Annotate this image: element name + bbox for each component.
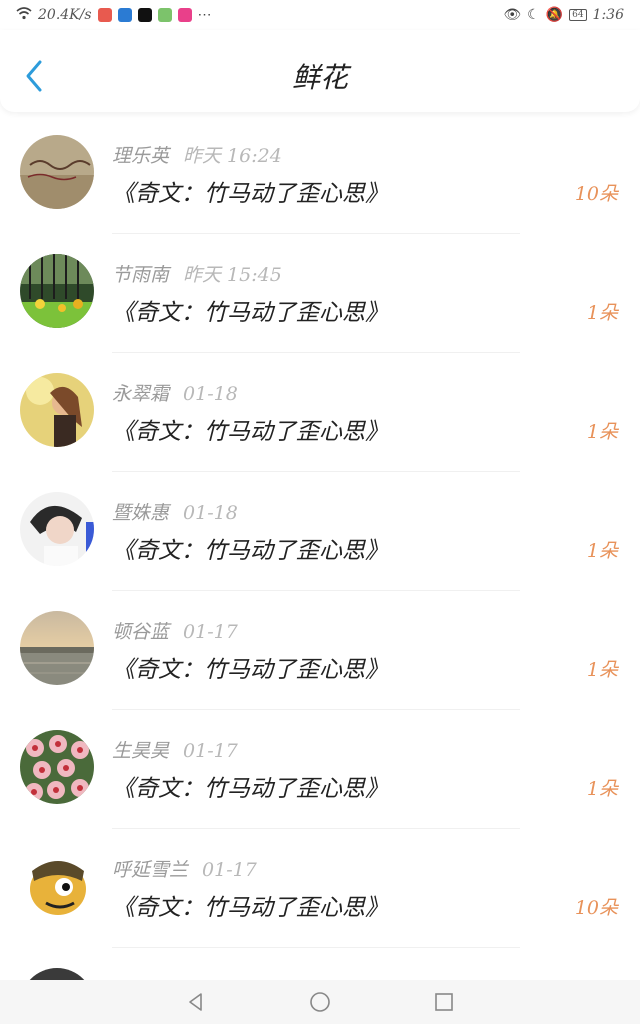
sender-name: 生昊昊 01-17 (112, 736, 238, 763)
avatar (20, 968, 94, 980)
list-item[interactable]: 顿谷蓝 01-17 《奇文：竹马动了歪心思》 1朵 (0, 591, 640, 710)
list-item[interactable] (0, 948, 640, 980)
sent-time: 01-18 (183, 502, 238, 524)
book-title: 《奇文：竹马动了歪心思》 (112, 895, 388, 921)
sender-name-text: 永翠霜 (112, 383, 170, 405)
sender-name: 顿谷蓝 01-17 (112, 617, 238, 644)
avatar (20, 849, 94, 923)
header: 鲜花 (0, 30, 640, 112)
sender-name-text: 暨姝惠 (112, 502, 170, 524)
avatar (20, 135, 94, 209)
bell-off-icon: 🔕 (545, 7, 564, 23)
wifi-icon (16, 6, 32, 24)
book-title: 《奇文：竹马动了歪心思》 (112, 538, 388, 564)
tiktok-icon (137, 8, 152, 22)
sent-time: 01-17 (183, 621, 238, 643)
circle-home-icon (310, 992, 330, 1012)
page-title: 鲜花 (291, 61, 348, 94)
avatar (20, 492, 94, 566)
sent-time: 昨天 15:45 (183, 264, 282, 286)
avatar (20, 730, 94, 804)
clock: 1:36 (592, 7, 624, 23)
sender-name: 理乐英 昨天 16:24 (112, 141, 282, 168)
sender-name: 呼延雪兰 01-17 (112, 855, 257, 882)
book-title: 《奇文：竹马动了歪心思》 (112, 181, 388, 207)
sender-name: 暨姝惠 01-18 (112, 498, 238, 525)
book-title: 《奇文：竹马动了歪心思》 (112, 300, 388, 326)
more-notifications-icon: ⋯ (197, 7, 212, 23)
app-notification-icon (177, 8, 192, 22)
avatar (20, 373, 94, 447)
list-item[interactable]: 永翠霜 01-18 《奇文：竹马动了歪心思》 1朵 (0, 353, 640, 472)
flower-count: 1朵 (586, 778, 618, 800)
sender-name-text: 节雨南 (112, 264, 170, 286)
system-navigation-bar (0, 980, 640, 1024)
flower-count: 10朵 (574, 897, 618, 919)
avatar (20, 254, 94, 328)
app-notification-icon (97, 8, 112, 22)
sender-name-text: 顿谷蓝 (112, 621, 170, 643)
back-nav-button[interactable] (184, 990, 208, 1014)
triangle-back-icon (189, 993, 202, 1011)
battery-icon: 64 (569, 9, 587, 21)
sender-name-text: 呼延雪兰 (112, 859, 189, 881)
network-speed: 20.4K/s (38, 7, 92, 23)
flower-count: 1朵 (586, 659, 618, 681)
sent-time: 01-17 (183, 740, 238, 762)
flower-count: 10朵 (574, 183, 618, 205)
sender-name: 永翠霜 01-18 (112, 379, 238, 406)
flower-count: 1朵 (586, 302, 618, 324)
list-item[interactable]: 呼延雪兰 01-17 《奇文：竹马动了歪心思》 10朵 (0, 829, 640, 948)
book-title: 《奇文：竹马动了歪心思》 (112, 419, 388, 445)
flower-count: 1朵 (586, 421, 618, 443)
eye-icon: 👁 (503, 7, 522, 23)
sent-time: 01-18 (183, 383, 238, 405)
home-nav-button[interactable] (308, 990, 332, 1014)
sent-time: 昨天 16:24 (183, 145, 282, 167)
book-title: 《奇文：竹马动了歪心思》 (112, 657, 388, 683)
avatar (20, 611, 94, 685)
recents-nav-button[interactable] (432, 990, 456, 1014)
app-notification-icon (117, 8, 132, 22)
square-recents-icon (435, 993, 453, 1011)
sender-name-text: 理乐英 (112, 145, 170, 167)
sender-name-text: 生昊昊 (112, 740, 170, 762)
list-item[interactable]: 生昊昊 01-17 《奇文：竹马动了歪心思》 1朵 (0, 710, 640, 829)
sent-time: 01-17 (202, 859, 257, 881)
status-bar: 20.4K/s ⋯ 👁 ☾ 🔕 64 1:36 (0, 0, 640, 30)
list-item[interactable]: 暨姝惠 01-18 《奇文：竹马动了歪心思》 1朵 (0, 472, 640, 591)
list-item[interactable]: 理乐英 昨天 16:24 《奇文：竹马动了歪心思》 10朵 (0, 115, 640, 234)
wechat-icon (157, 8, 172, 22)
flower-count: 1朵 (586, 540, 618, 562)
flower-gift-list: 理乐英 昨天 16:24 《奇文：竹马动了歪心思》 10朵 节雨南 昨天 15:45… (0, 115, 640, 980)
book-title: 《奇文：竹马动了歪心思》 (112, 776, 388, 802)
moon-icon: ☾ (527, 7, 540, 23)
sender-name: 节雨南 昨天 15:45 (112, 260, 282, 287)
list-item[interactable]: 节雨南 昨天 15:45 《奇文：竹马动了歪心思》 1朵 (0, 234, 640, 353)
